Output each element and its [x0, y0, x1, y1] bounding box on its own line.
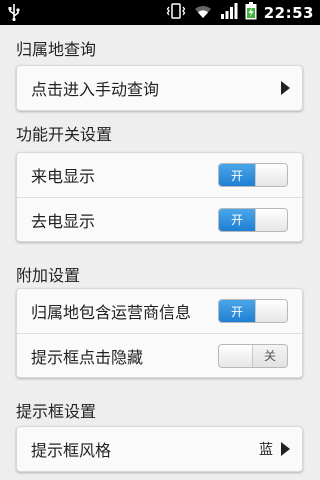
- click-to-hide-row[interactable]: 提示框点击隐藏 关: [17, 333, 302, 377]
- toggle-knob: [219, 344, 253, 367]
- toggle-knob: [255, 208, 287, 231]
- row-label: 去电显示: [31, 211, 96, 231]
- settings-list[interactable]: 归属地查询 点击进入手动查询 功能开关设置 来电显示 开 去电显示 开 附加设置…: [0, 25, 320, 480]
- section-header-lookup: 归属地查询: [16, 40, 97, 59]
- row-label: 提示框点击隐藏: [31, 347, 144, 367]
- incoming-call-display-row[interactable]: 来电显示 开: [17, 153, 302, 197]
- popup-style-value: 蓝: [259, 442, 273, 458]
- card-switches: 来电显示 开 去电显示 开: [16, 152, 303, 242]
- vibrate-icon: [166, 2, 186, 23]
- section-header-additional: 附加设置: [16, 266, 81, 285]
- outgoing-call-display-row[interactable]: 去电显示 开: [17, 197, 302, 241]
- carrier-info-row[interactable]: 归属地包含运营商信息 开: [17, 289, 302, 333]
- chevron-right-icon: [281, 442, 290, 456]
- toggle-knob: [255, 164, 287, 186]
- toggle-on-label: 开: [219, 208, 255, 231]
- outgoing-call-display-toggle[interactable]: 开: [218, 207, 288, 232]
- card-lookup: 点击进入手动查询: [16, 65, 303, 111]
- toggle-on-label: 开: [219, 164, 255, 186]
- clock: 22:53: [263, 3, 314, 22]
- toggle-on-label: 开: [219, 300, 255, 322]
- toggle-off-label: 关: [253, 344, 287, 367]
- toggle-knob: [255, 300, 287, 322]
- incoming-call-display-toggle[interactable]: 开: [218, 163, 288, 187]
- card-popup: 提示框风格 蓝: [16, 426, 303, 472]
- card-additional: 归属地包含运营商信息 开 提示框点击隐藏 关: [16, 288, 303, 378]
- wifi-icon: [193, 3, 213, 23]
- signal-icon: [220, 2, 238, 23]
- row-label: 归属地包含运营商信息: [31, 303, 192, 322]
- row-label: 提示框风格: [31, 441, 112, 460]
- click-to-hide-toggle[interactable]: 关: [218, 343, 288, 368]
- popup-style-row[interactable]: 提示框风格 蓝: [17, 427, 302, 471]
- usb-icon: [8, 4, 20, 25]
- carrier-info-toggle[interactable]: 开: [218, 299, 288, 323]
- section-header-popup: 提示框设置: [16, 402, 97, 421]
- row-label: 来电显示: [31, 167, 96, 186]
- status-bar: 22:53: [0, 0, 320, 25]
- chevron-right-icon: [281, 81, 290, 95]
- section-header-switches: 功能开关设置: [16, 125, 113, 144]
- battery-charging-icon: [245, 1, 257, 24]
- row-label: 点击进入手动查询: [31, 80, 160, 99]
- manual-lookup-row[interactable]: 点击进入手动查询: [17, 66, 302, 110]
